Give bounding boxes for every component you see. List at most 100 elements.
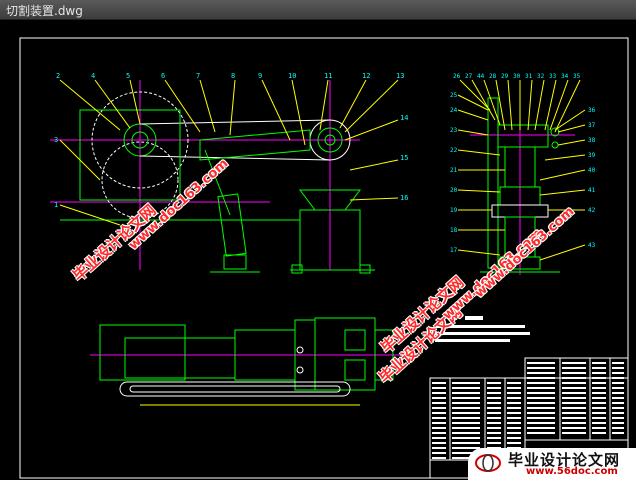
title-block-cell <box>507 392 521 394</box>
title-block-cell <box>592 432 606 434</box>
title-block-cell <box>612 427 624 429</box>
title-block-cell <box>527 382 555 384</box>
title-block-cell <box>432 422 446 424</box>
title-block-cell <box>527 387 555 389</box>
label-front-9: 9 <box>258 72 262 80</box>
label-front-4: 4 <box>91 72 95 80</box>
title-block-cell <box>612 387 624 389</box>
label-side-33: 33 <box>549 73 557 80</box>
title-block-cell <box>487 422 501 424</box>
label-side-41: 41 <box>588 187 596 194</box>
title-block-cell <box>432 397 446 399</box>
label-side-21: 21 <box>450 167 458 174</box>
title-block-cell <box>432 442 446 444</box>
title-block-cell <box>612 407 624 409</box>
title-block-cell <box>612 432 624 434</box>
label-side-17: 17 <box>450 247 458 254</box>
title-block-cell <box>432 402 446 404</box>
title-block-cell <box>432 452 446 454</box>
label-front-2: 2 <box>56 72 60 80</box>
label-front-15: 15 <box>400 154 408 162</box>
title-block-cell <box>452 432 480 434</box>
title-block-cell <box>612 422 624 424</box>
label-front-13: 13 <box>396 72 404 80</box>
label-side-36: 36 <box>588 107 596 114</box>
title-block-cell <box>612 402 624 404</box>
title-block-cell <box>592 377 606 379</box>
title-block-cell <box>592 407 606 409</box>
label-side-34: 34 <box>561 73 569 80</box>
label-front-12: 12 <box>362 72 370 80</box>
plan-view <box>90 317 410 406</box>
label-side-35: 35 <box>573 73 581 80</box>
title-block-cell <box>507 427 521 429</box>
site-logo-icon <box>475 454 501 472</box>
title-block-cell <box>592 392 606 394</box>
label-front-5: 5 <box>126 72 130 80</box>
title-block-cell <box>562 417 586 419</box>
label-side-22: 22 <box>450 147 458 154</box>
title-block-cell <box>432 382 446 384</box>
title-block-cell <box>452 437 480 439</box>
title-block-cell <box>432 392 446 394</box>
title-block-cell <box>612 397 624 399</box>
label-front-3: 3 <box>54 136 58 144</box>
title-block-cell <box>432 457 446 459</box>
title-block-cell <box>527 422 555 424</box>
title-block-cell <box>562 387 586 389</box>
label-side-40: 40 <box>588 167 596 174</box>
title-block-cell <box>527 392 555 394</box>
title-block-cell <box>507 422 521 424</box>
title-block-cell <box>487 417 501 419</box>
title-block-cell <box>562 432 586 434</box>
title-block-cell <box>452 382 480 384</box>
label-side-27: 27 <box>465 73 473 80</box>
title-block-cell <box>612 392 624 394</box>
banner-url: www.56doc.com <box>526 466 618 477</box>
title-block-cell <box>487 442 501 444</box>
title-block-cell <box>592 412 606 414</box>
title-block-cell <box>592 387 606 389</box>
title-block-cell <box>592 367 606 369</box>
title-block-cell <box>507 402 521 404</box>
label-side-31: 31 <box>525 73 533 80</box>
label-side-24: 24 <box>450 107 458 114</box>
title-block-cell <box>507 437 521 439</box>
title-block-cell <box>487 392 501 394</box>
title-block-cell <box>562 412 586 414</box>
title-block-cell <box>592 362 606 364</box>
title-block-cell <box>527 367 555 369</box>
label-side-25: 25 <box>450 92 458 99</box>
title-block-cell <box>487 407 501 409</box>
label-side-26: 26 <box>453 73 461 80</box>
title-block-cell <box>507 412 521 414</box>
title-block-cell <box>487 427 501 429</box>
title-block-cell <box>612 417 624 419</box>
label-side-37: 37 <box>588 122 596 129</box>
site-banner[interactable]: 毕业设计论文网 www.56doc.com <box>468 448 636 480</box>
title-block-cell <box>592 397 606 399</box>
title-block-cell <box>487 437 501 439</box>
title-block-cell <box>432 427 446 429</box>
title-block-cell <box>562 392 586 394</box>
label-side-18: 18 <box>450 227 458 234</box>
label-front-11: 11 <box>324 72 332 80</box>
title-block-cell <box>592 372 606 374</box>
title-block-cell <box>452 402 480 404</box>
drawing-viewport[interactable]: 2 4 5 6 7 8 9 10 11 12 13 14 15 16 3 1 2… <box>0 20 636 480</box>
title-block-cell <box>527 362 555 364</box>
title-block-cell <box>612 372 624 374</box>
title-block-cell <box>612 382 624 384</box>
title-block-cell <box>507 407 521 409</box>
label-front-1: 1 <box>54 201 58 209</box>
title-block-cell <box>487 387 501 389</box>
title-block-cell <box>487 382 501 384</box>
title-block-cell <box>487 412 501 414</box>
title-block-cell <box>487 397 501 399</box>
title-block-cell <box>487 402 501 404</box>
title-block-cell <box>527 427 555 429</box>
label-side-39: 39 <box>588 152 596 159</box>
title-block-cell <box>562 402 586 404</box>
title-block-cell <box>432 412 446 414</box>
label-front-16: 16 <box>400 194 408 202</box>
